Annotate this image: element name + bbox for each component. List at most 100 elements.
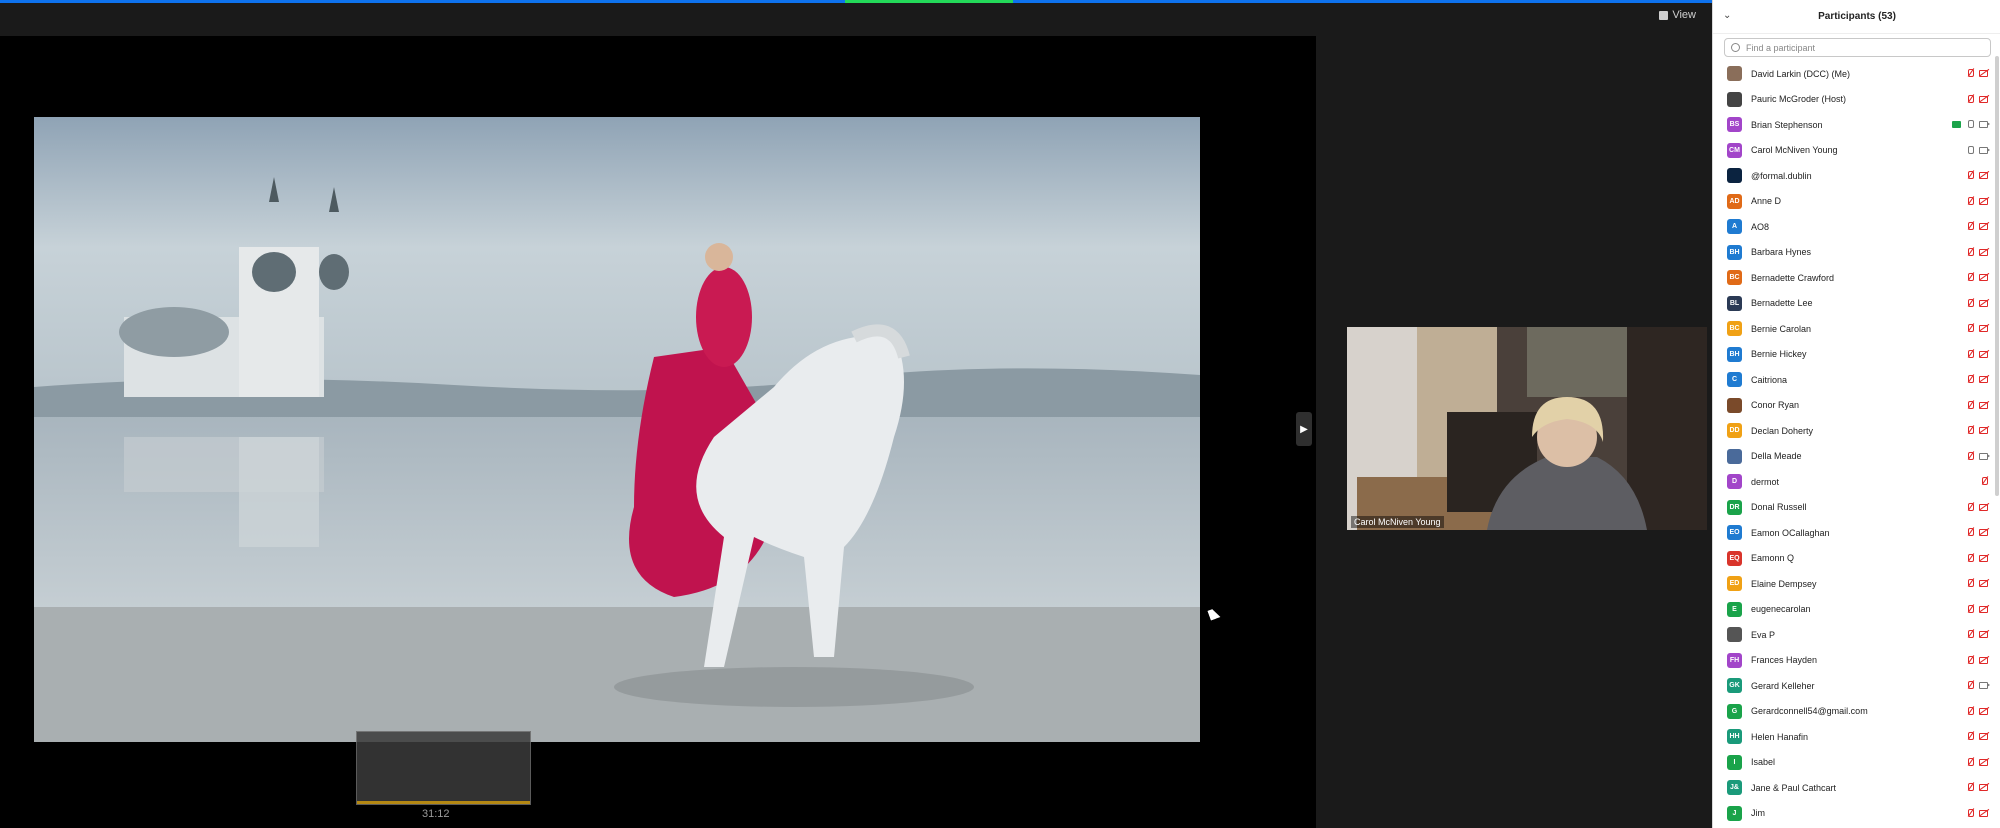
participant-row[interactable]: Della Meade [1713,444,2000,470]
camera-off-icon[interactable] [1979,349,1989,359]
participant-row[interactable]: ED Elaine Dempsey [1713,571,2000,597]
participant-row[interactable]: Eva P [1713,622,2000,648]
camera-off-icon[interactable] [1979,731,1989,741]
participant-row[interactable]: J& Jane & Paul Cathcart [1713,775,2000,801]
participant-row[interactable]: Conor Ryan [1713,393,2000,419]
camera-off-icon[interactable] [1979,272,1989,282]
microphone-muted-icon[interactable] [1965,298,1975,308]
microphone-muted-icon[interactable] [1965,655,1975,665]
camera-off-icon[interactable] [1979,757,1989,767]
camera-off-icon[interactable] [1979,808,1989,818]
camera-off-icon[interactable] [1979,94,1989,104]
avatar: AD [1727,193,1742,209]
camera-off-icon[interactable] [1979,374,1989,384]
microphone-muted-icon[interactable] [1965,680,1975,690]
microphone-muted-icon[interactable] [1965,349,1975,359]
camera-off-icon[interactable] [1979,527,1989,537]
microphone-muted-icon[interactable] [1965,578,1975,588]
camera-off-icon[interactable] [1979,247,1989,257]
microphone-icon[interactable] [1965,119,1975,129]
participant-row[interactable]: C Caitriona [1713,367,2000,393]
participant-row[interactable]: Ddermot [1713,469,2000,495]
microphone-muted-icon[interactable] [1965,425,1975,435]
camera-off-icon[interactable] [1979,298,1989,308]
participant-row[interactable]: DD Declan Doherty [1713,418,2000,444]
participant-search-input[interactable] [1744,41,1978,54]
participant-row[interactable]: G Gerardconnell54@gmail.com [1713,699,2000,725]
camera-off-icon[interactable] [1979,323,1989,333]
microphone-muted-icon[interactable] [1965,374,1975,384]
camera-off-icon[interactable] [1979,400,1989,410]
participant-list-scrollbar[interactable] [1995,56,1999,496]
shared-screen-thumbnail[interactable] [356,731,531,805]
microphone-muted-icon[interactable] [1965,629,1975,639]
camera-off-icon[interactable] [1979,553,1989,563]
participant-row[interactable]: BC Bernie Carolan [1713,316,2000,342]
camera-off-icon[interactable] [1979,502,1989,512]
participant-row[interactable]: GK Gerard Kelleher [1713,673,2000,699]
camera-off-icon[interactable] [1979,629,1989,639]
camera-off-icon[interactable] [1979,655,1989,665]
camera-off-icon[interactable] [1979,578,1989,588]
microphone-muted-icon[interactable] [1965,451,1975,461]
toggle-video-strip-button[interactable]: ▶ [1296,412,1312,446]
participant-row[interactable]: BH Barbara Hynes [1713,240,2000,266]
participant-row[interactable]: EO Eamon OCallaghan [1713,520,2000,546]
microphone-muted-icon[interactable] [1965,196,1975,206]
camera-off-icon[interactable] [1979,68,1989,78]
participant-controls [1965,527,1989,537]
video-tile[interactable]: Carol McNiven Young [1347,327,1707,530]
camera-icon[interactable] [1979,119,1990,129]
microphone-muted-icon[interactable] [1965,94,1975,104]
microphone-muted-icon[interactable] [1965,706,1975,716]
microphone-muted-icon[interactable] [1965,170,1975,180]
participant-row[interactable]: BC Bernadette Crawford [1713,265,2000,291]
participant-row[interactable]: FH Frances Hayden [1713,648,2000,674]
camera-off-icon[interactable] [1979,604,1989,614]
participant-row[interactable]: Pauric McGroder (Host) [1713,87,2000,113]
microphone-muted-icon[interactable] [1965,782,1975,792]
participant-row[interactable]: J Jim [1713,801,2000,827]
participant-row[interactable]: BL Bernadette Lee [1713,291,2000,317]
participant-row[interactable]: David Larkin (DCC) (Me) [1713,61,2000,87]
microphone-muted-icon[interactable] [1965,808,1975,818]
camera-off-icon[interactable] [1979,221,1989,231]
camera-icon[interactable] [1979,145,1990,155]
participant-search[interactable] [1724,38,1991,57]
participant-row[interactable]: BS Brian Stephenson [1713,112,2000,138]
microphone-muted-icon[interactable] [1965,731,1975,741]
camera-icon[interactable] [1979,680,1990,690]
participant-row[interactable]: AD Anne D [1713,189,2000,215]
participant-row[interactable]: BH Bernie Hickey [1713,342,2000,368]
participant-row[interactable]: CM Carol McNiven Young [1713,138,2000,164]
microphone-muted-icon[interactable] [1965,757,1975,767]
microphone-muted-icon[interactable] [1965,221,1975,231]
view-button[interactable]: View [1659,9,1696,21]
participant-row[interactable]: I Isabel [1713,750,2000,776]
participant-row[interactable]: HH Helen Hanafin [1713,724,2000,750]
microphone-icon[interactable] [1965,145,1975,155]
participant-row[interactable]: @formal.dublin [1713,163,2000,189]
microphone-muted-icon[interactable] [1965,323,1975,333]
microphone-muted-icon[interactable] [1965,527,1975,537]
camera-off-icon[interactable] [1979,170,1989,180]
microphone-muted-icon[interactable] [1965,68,1975,78]
microphone-muted-icon[interactable] [1965,502,1975,512]
microphone-muted-icon[interactable] [1965,272,1975,282]
microphone-muted-icon[interactable] [1965,400,1975,410]
camera-off-icon[interactable] [1979,706,1989,716]
collapse-panel-icon[interactable]: ⌄ [1723,10,1731,21]
participant-controls [1952,119,1990,129]
camera-icon[interactable] [1979,451,1990,461]
microphone-muted-icon[interactable] [1979,476,1989,486]
microphone-muted-icon[interactable] [1965,247,1975,257]
camera-off-icon[interactable] [1979,782,1989,792]
camera-off-icon[interactable] [1979,196,1989,206]
camera-off-icon[interactable] [1979,425,1989,435]
participant-row[interactable]: DR Donal Russell [1713,495,2000,521]
participant-row[interactable]: A AO8 [1713,214,2000,240]
participant-row[interactable]: Eeugenecarolan [1713,597,2000,623]
microphone-muted-icon[interactable] [1965,553,1975,563]
microphone-muted-icon[interactable] [1965,604,1975,614]
participant-row[interactable]: EQ Eamonn Q [1713,546,2000,572]
